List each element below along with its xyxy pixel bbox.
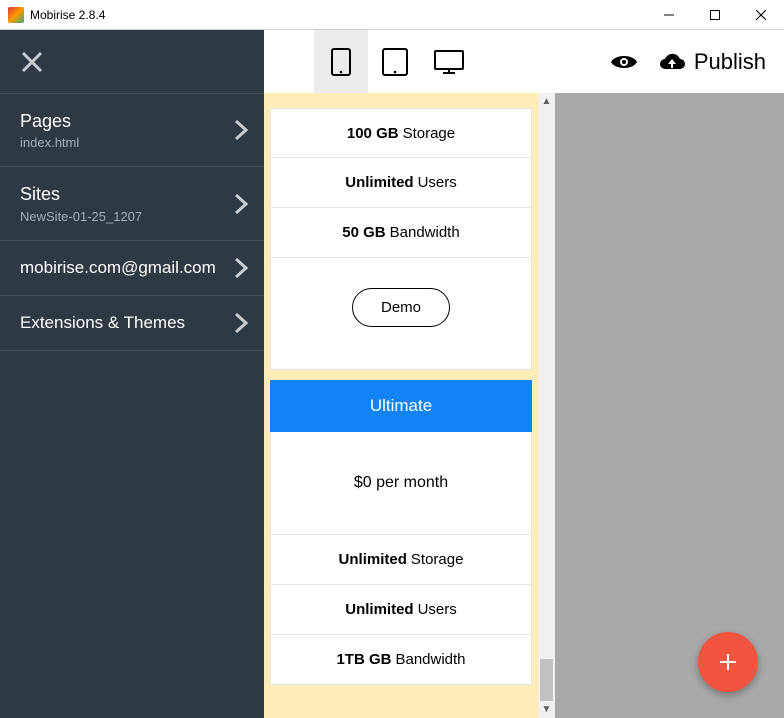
publish-button[interactable]: Publish — [658, 49, 766, 75]
sites-label: Sites — [20, 183, 234, 206]
demo-button[interactable]: Demo — [352, 288, 450, 327]
account-label: mobirise.com@gmail.com — [20, 258, 234, 278]
eye-icon — [610, 53, 638, 71]
scrollbar-track[interactable] — [538, 110, 555, 701]
pricing-feature-row[interactable]: 100 GBStorage — [270, 108, 532, 158]
device-mobile-button[interactable] — [314, 30, 368, 93]
scroll-down-button[interactable]: ▼ — [538, 701, 555, 718]
app-body: Publish Pages index.html Sites NewSite-0… — [0, 30, 784, 718]
pricing-button-row: Demo — [270, 258, 532, 370]
minimize-button[interactable] — [646, 0, 692, 30]
cloud-upload-icon — [658, 52, 686, 72]
scroll-up-button[interactable]: ▲ — [538, 93, 555, 110]
chevron-right-icon — [234, 257, 248, 279]
mobile-icon — [331, 48, 351, 76]
device-desktop-button[interactable] — [422, 30, 476, 93]
pricing-feature-row[interactable]: 1TB GBBandwidth — [270, 635, 532, 685]
plus-icon — [716, 650, 740, 674]
preview-canvas[interactable]: 100 GBStorage UnlimitedUsers 50 GBBandwi… — [264, 93, 538, 718]
app-icon — [8, 7, 24, 23]
chevron-right-icon — [234, 119, 248, 141]
scrollbar-thumb[interactable] — [540, 659, 553, 701]
add-block-fab[interactable] — [698, 632, 758, 692]
pricing-plan-price[interactable]: $0 per month — [270, 432, 532, 535]
preview-button[interactable] — [610, 53, 638, 71]
sidebar-item-account[interactable]: mobirise.com@gmail.com — [0, 240, 264, 295]
window-titlebar: Mobirise 2.8.4 — [0, 0, 784, 30]
pages-sublabel: index.html — [20, 135, 234, 150]
extensions-label: Extensions & Themes — [20, 313, 234, 333]
close-sidebar-button[interactable] — [20, 50, 44, 74]
close-window-button[interactable] — [738, 0, 784, 30]
desktop-icon — [434, 50, 464, 74]
sidebar-item-pages[interactable]: Pages index.html — [0, 93, 264, 166]
pricing-plan-header[interactable]: Ultimate — [270, 380, 532, 432]
sidebar-item-extensions[interactable]: Extensions & Themes — [0, 295, 264, 351]
pages-label: Pages — [20, 110, 234, 133]
tablet-icon — [382, 48, 408, 76]
canvas-scrollbar[interactable]: ▲ ▼ — [538, 93, 555, 718]
chevron-right-icon — [234, 193, 248, 215]
pricing-feature-row[interactable]: UnlimitedUsers — [270, 158, 532, 208]
sidebar-item-sites[interactable]: Sites NewSite-01-25_1207 — [0, 166, 264, 239]
publish-label: Publish — [694, 49, 766, 75]
sites-sublabel: NewSite-01-25_1207 — [20, 209, 234, 224]
sidebar-panel: Pages index.html Sites NewSite-01-25_120… — [0, 30, 264, 718]
device-switcher — [314, 30, 476, 93]
maximize-button[interactable] — [692, 0, 738, 30]
pricing-feature-row[interactable]: UnlimitedUsers — [270, 585, 532, 635]
device-tablet-button[interactable] — [368, 30, 422, 93]
chevron-right-icon — [234, 312, 248, 334]
pricing-feature-row[interactable]: 50 GBBandwidth — [270, 208, 532, 258]
window-title: Mobirise 2.8.4 — [30, 8, 646, 22]
pricing-feature-row[interactable]: UnlimitedStorage — [270, 535, 532, 585]
